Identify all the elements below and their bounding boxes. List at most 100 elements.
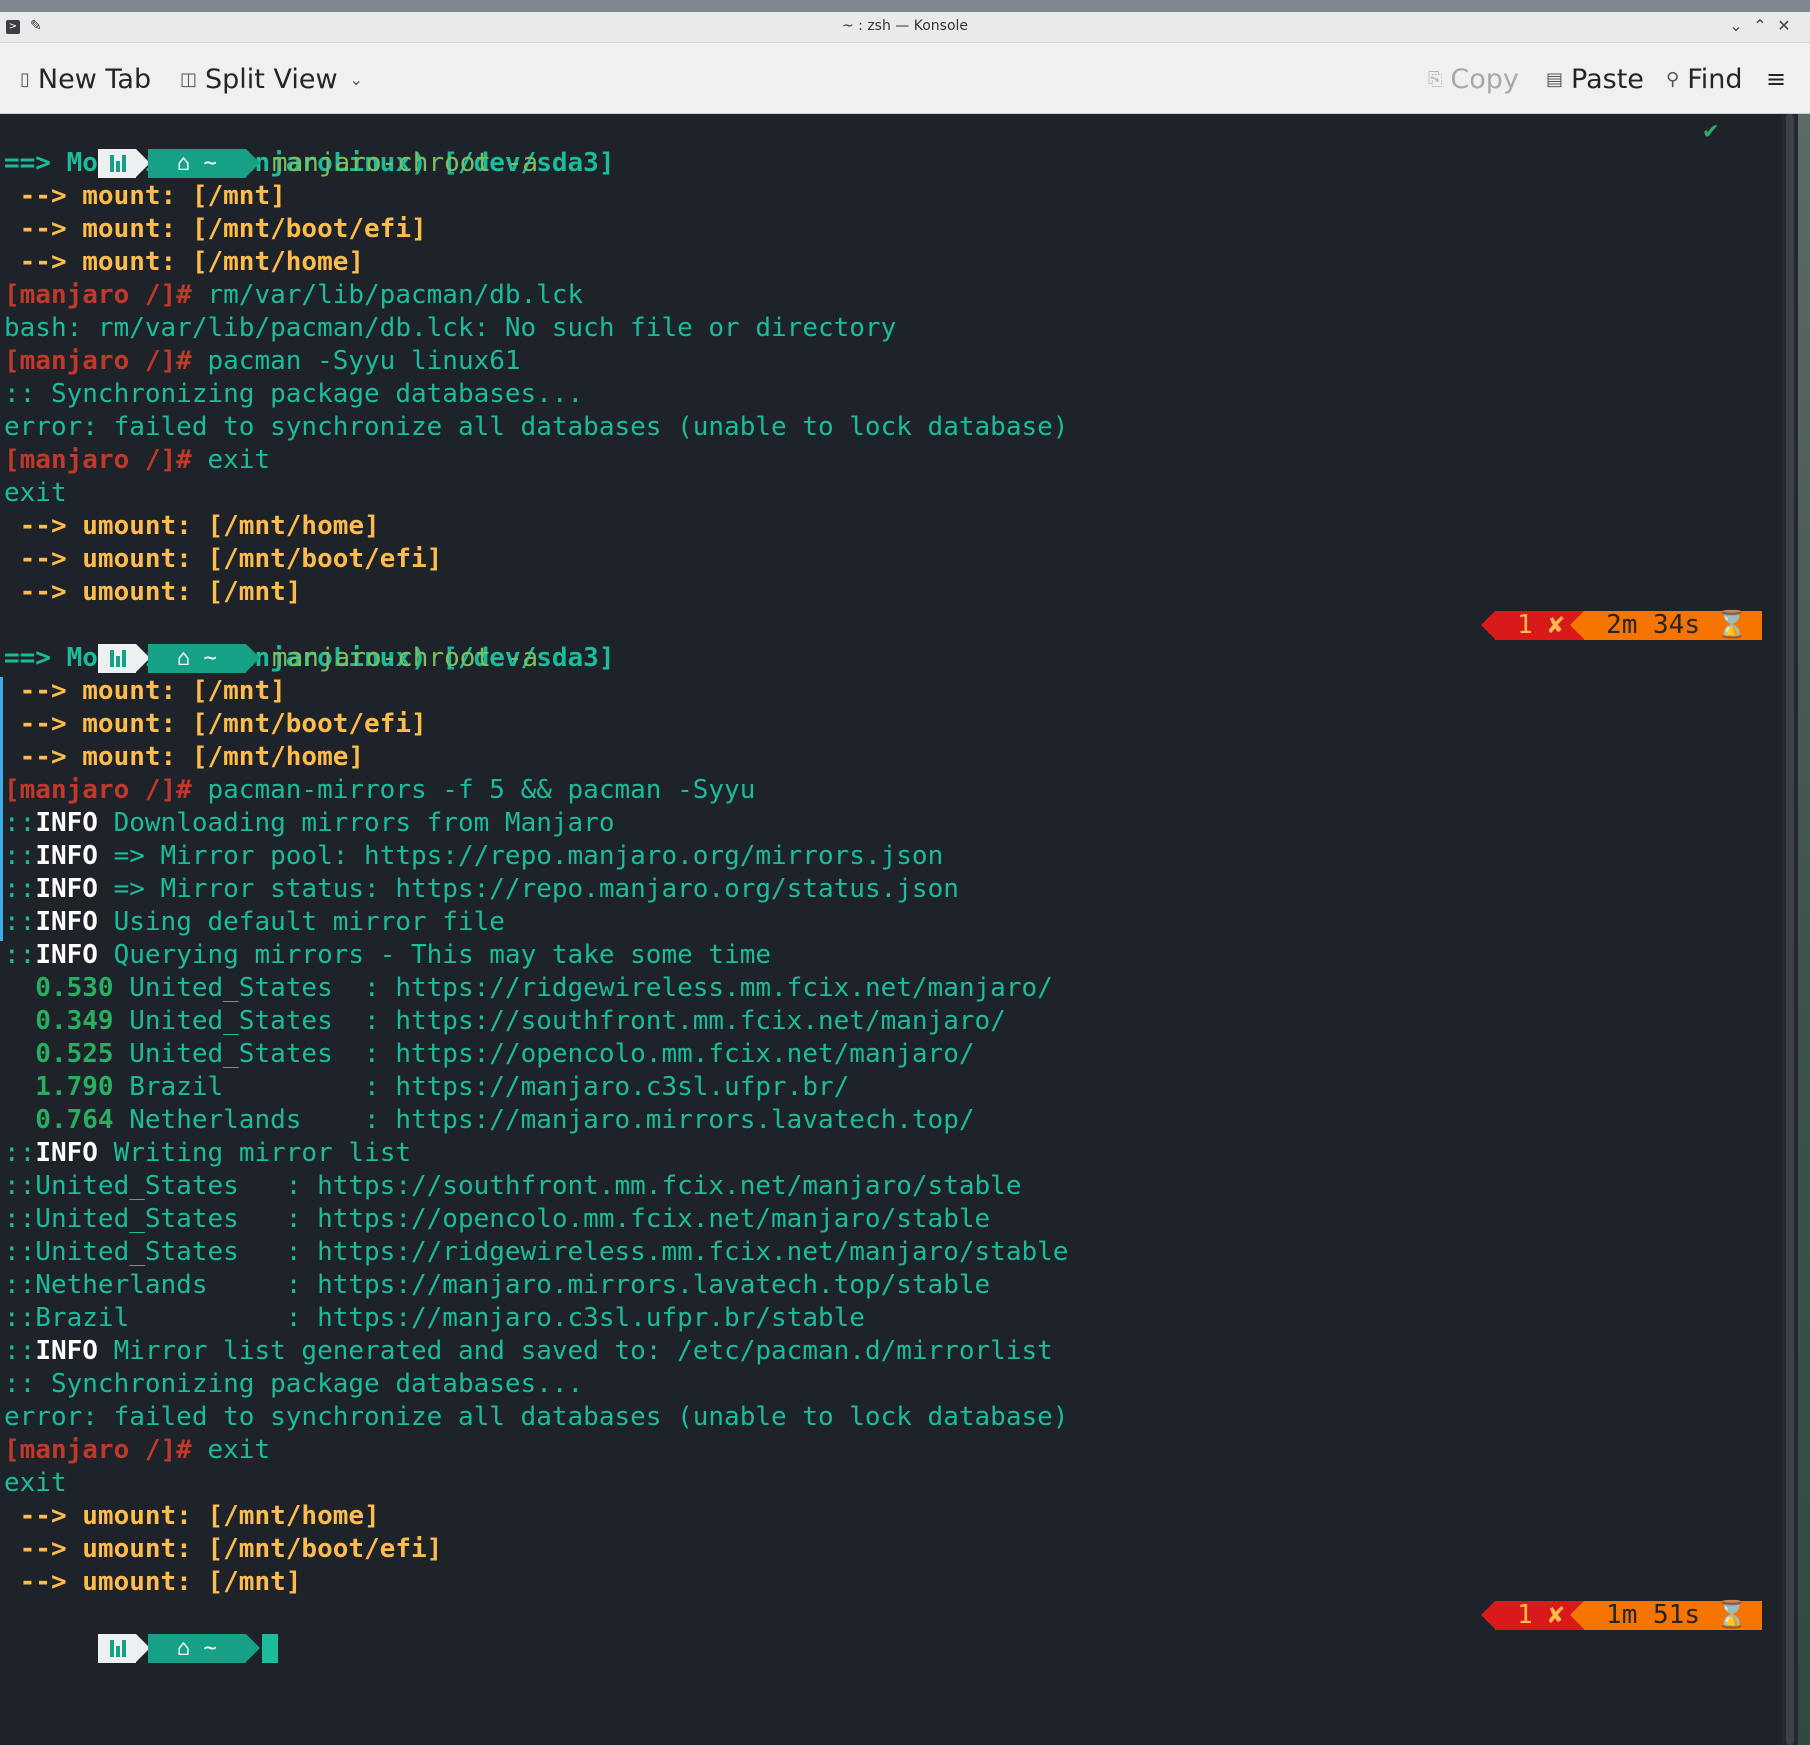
split-view-button[interactable]: ◫ Split View ⌄ <box>180 61 363 97</box>
paste-button[interactable]: ▤ Paste <box>1546 61 1644 97</box>
info-tag: INFO <box>35 874 98 904</box>
root-prompt: [manjaro /]# <box>4 280 192 310</box>
output-line: exit <box>4 1468 67 1498</box>
info-text: Mirror list generated and saved to: /etc… <box>97 1336 1053 1366</box>
info-tag: INFO <box>35 940 98 970</box>
menu-button[interactable]: ≡ <box>1766 61 1786 97</box>
desktop-background <box>0 0 1810 12</box>
info-prefix: :: <box>4 841 36 871</box>
duration-badge: 1m 51s ⌛ <box>1570 1601 1762 1630</box>
new-tab-label: New Tab <box>37 63 152 95</box>
output-line: --> mount: [/mnt] <box>4 676 286 706</box>
info-prefix: :: <box>4 874 36 904</box>
maximize-button[interactable]: ⌃ <box>1750 16 1770 35</box>
home-dir-label: ⌂ ~ <box>177 1636 217 1661</box>
search-icon: ⚲ <box>1666 68 1680 90</box>
desktop-background <box>1798 114 1810 1745</box>
mirror-result-line: 0.349 United_States : https://southfront… <box>0 1005 1782 1038</box>
command-text: pacman-mirrors -f 5 && pacman -Syyu <box>191 775 756 805</box>
home-dir-segment: ⌂ ~ <box>147 644 260 673</box>
mirror-info: Brazil : https://manjaro.c3sl.ufpr.br/ <box>113 1072 850 1102</box>
output-line: --> umount: [/mnt/boot/efi] <box>4 544 443 574</box>
title-bar[interactable]: > ✎ ~ : zsh — Konsole ⌄ ⌃ ✕ <box>0 12 1810 43</box>
mirror-latency: 0.525 <box>4 1039 114 1069</box>
info-prefix: :: <box>4 808 36 838</box>
paste-icon: ▤ <box>1546 68 1564 90</box>
info-tag: INFO <box>35 1336 98 1366</box>
root-prompt: [manjaro /]# <box>4 346 192 376</box>
mirror-result-line: 0.530 United_States : https://ridgewirel… <box>0 972 1782 1005</box>
command-text: rm/var/lib/pacman/db.lck <box>191 280 584 310</box>
info-prefix: :: <box>4 1336 36 1366</box>
hourglass-icon: ⌛ <box>1715 610 1748 640</box>
typed-command: manjaro-chroot -a <box>271 148 539 178</box>
mirror-latency: 0.349 <box>4 1006 114 1036</box>
info-text: Downloading mirrors from Manjaro <box>97 808 615 838</box>
find-button[interactable]: ⚲ Find <box>1666 61 1743 97</box>
mirrorlist-line: ::Netherlands : https://manjaro.mirrors.… <box>4 1270 991 1300</box>
output-line: --> umount: [/mnt] <box>4 577 302 607</box>
manjaro-logo-icon <box>97 149 150 178</box>
output-line: --> umount: [/mnt/home] <box>4 1501 380 1531</box>
mirrorlist-line: ::United_States : https://opencolo.mm.fc… <box>4 1204 991 1234</box>
toolbar: ▯ New Tab ◫ Split View ⌄ ⎘ Copy ▤ Paste … <box>0 43 1810 114</box>
output-line: error: failed to synchronize all databas… <box>4 1402 1069 1432</box>
new-tab-icon: ▯ <box>20 68 30 90</box>
copy-button[interactable]: ⎘ Copy <box>1428 61 1519 97</box>
manjaro-logo-icon <box>97 644 150 673</box>
output-line: bash: rm/var/lib/pacman/db.lck: No such … <box>4 313 897 343</box>
output-line: :: Synchronizing package databases... <box>4 379 584 409</box>
copy-icon: ⎘ <box>1428 68 1443 90</box>
minimize-button[interactable]: ⌄ <box>1726 16 1746 35</box>
split-view-icon: ◫ <box>180 68 198 90</box>
exit-code-label: 1 ✘ <box>1517 610 1565 640</box>
output-line: --> umount: [/mnt] <box>4 1567 302 1597</box>
info-text: => Mirror status: https://repo.manjaro.o… <box>97 874 959 904</box>
output-line: [manjaro /]# pacman-mirrors -f 5 && pacm… <box>0 774 1782 807</box>
command-text: exit <box>191 1435 271 1465</box>
paste-label: Paste <box>1571 63 1644 95</box>
output-line: exit <box>4 478 67 508</box>
manjaro-logo-icon <box>97 1634 150 1663</box>
output-line: :: Synchronizing package databases... <box>4 1369 584 1399</box>
output-line: ::INFO Mirror list generated and saved t… <box>0 1335 1782 1368</box>
root-prompt: [manjaro /]# <box>4 445 192 475</box>
info-tag: INFO <box>35 1138 98 1168</box>
output-line: ::INFO Querying mirrors - This may take … <box>0 939 1782 972</box>
output-line: [manjaro /]# exit <box>0 444 1782 477</box>
output-line: [manjaro /]# rm/var/lib/pacman/db.lck <box>0 279 1782 312</box>
info-prefix: :: <box>4 940 36 970</box>
chevron-down-icon[interactable]: ⌄ <box>350 70 363 89</box>
typed-command: manjaro-chroot -a <box>271 643 539 673</box>
scrollbar-thumb[interactable] <box>1786 114 1794 1745</box>
output-line: [manjaro /]# exit <box>0 1434 1782 1467</box>
duration-label: 2m 34s <box>1606 610 1700 640</box>
new-tab-button[interactable]: ▯ New Tab <box>20 61 151 97</box>
home-dir-segment: ⌂ ~ <box>147 149 260 178</box>
output-line: --> mount: [/mnt/boot/efi] <box>4 709 427 739</box>
info-prefix: :: <box>4 1138 36 1168</box>
output-line: ::INFO Downloading mirrors from Manjaro <box>0 807 1782 840</box>
output-line: --> mount: [/mnt/home] <box>4 742 365 772</box>
prompt-line: ⌂ ~ 1 ✘ 1m 51s ⌛ <box>0 1599 1782 1663</box>
close-button[interactable]: ✕ <box>1774 16 1794 35</box>
home-dir-segment: ⌂ ~ <box>147 1634 260 1663</box>
info-tag: INFO <box>35 808 98 838</box>
mirror-info: United_States : https://ridgewireless.mm… <box>113 973 1053 1003</box>
konsole-window: > ✎ ~ : zsh — Konsole ⌄ ⌃ ✕ ▯ New Tab ◫ … <box>0 12 1810 1745</box>
success-check-icon: ✔ <box>1703 116 1718 144</box>
info-text: => Mirror pool: https://repo.manjaro.org… <box>97 841 944 871</box>
prompt-line: ⌂ ~ manjaro-chroot -a 1 ✘ 2m 34s ⌛ <box>0 609 1782 673</box>
split-view-label: Split View <box>205 63 338 95</box>
output-line: ::INFO Using default mirror file <box>0 906 1782 939</box>
output-line: --> umount: [/mnt/boot/efi] <box>4 1534 443 1564</box>
window-title: ~ : zsh — Konsole <box>841 18 969 34</box>
mirror-result-line: 1.790 Brazil : https://manjaro.c3sl.ufpr… <box>0 1071 1782 1104</box>
mirrorlist-line: ::United_States : https://ridgewireless.… <box>4 1237 1069 1267</box>
status-segment: 1 ✘ 1m 51s ⌛ <box>1481 1600 1762 1630</box>
selection-marker <box>0 677 3 941</box>
root-prompt: [manjaro /]# <box>4 1435 192 1465</box>
output-line: ::INFO => Mirror status: https://repo.ma… <box>0 873 1782 906</box>
terminal-output[interactable]: ⌂ ~ manjaro-chroot -a ✔ ==> Mounting (Man… <box>0 114 1782 1745</box>
exit-code-label: 1 ✘ <box>1517 1600 1565 1630</box>
